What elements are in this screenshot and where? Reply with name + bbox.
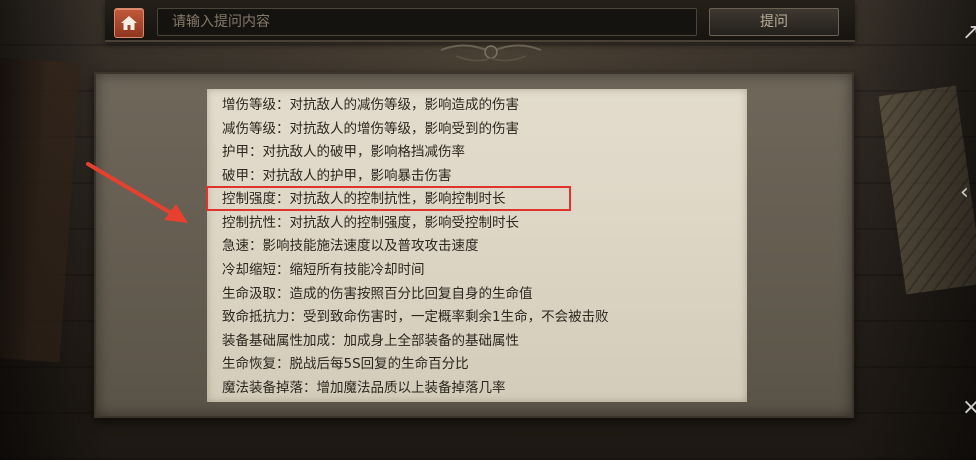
ask-button[interactable]: 提问	[709, 8, 839, 36]
attribute-line: 破甲：对抗敌人的护甲，影响暴击伤害	[222, 168, 452, 184]
home-icon	[121, 16, 137, 30]
attribute-line: 护甲：对抗敌人的破甲，影响格挡减伤率	[222, 144, 465, 160]
attribute-line: 生命恢复：脱战后每5S回复的生命百分比	[222, 356, 469, 372]
edge-close-icon[interactable]: ×	[962, 395, 976, 420]
edge-back-icon[interactable]: ‹	[960, 180, 969, 205]
attribute-line: 增伤等级：对抗敌人的减伤等级，影响造成的伤害	[222, 97, 519, 113]
ornament-icon	[440, 44, 542, 62]
attribute-line: 魔法装备掉落：增加魔法品质以上装备掉落几率	[222, 380, 506, 396]
attribute-line: 冷却缩短：缩短所有技能冷却时间	[222, 262, 425, 278]
edge-arrow-icon[interactable]: ↗	[962, 20, 976, 45]
highlight-box	[206, 186, 571, 211]
search-input[interactable]	[158, 9, 696, 35]
red-arrow-annotation	[86, 162, 188, 223]
attribute-line: 减伤等级：对抗敌人的增伤等级，影响受到的伤害	[222, 121, 519, 137]
attribute-line: 装备基础属性加成：加成身上全部装备的基础属性	[222, 333, 519, 349]
attribute-line: 致命抵抗力：受到致命伤害时，一定概率剩余1生命，不会被击败	[222, 309, 609, 325]
right-shadow	[846, 0, 976, 460]
attribute-line: 急速：影响技能施法速度以及普攻攻击速度	[222, 238, 479, 254]
search-box[interactable]	[157, 8, 697, 36]
attribute-line: 控制抗性：对抗敌人的控制强度，影响受控制时长	[222, 215, 519, 231]
home-button[interactable]	[114, 8, 144, 38]
attribute-line: 生命汲取：造成的伤害按照百分比回复自身的生命值	[222, 286, 533, 302]
